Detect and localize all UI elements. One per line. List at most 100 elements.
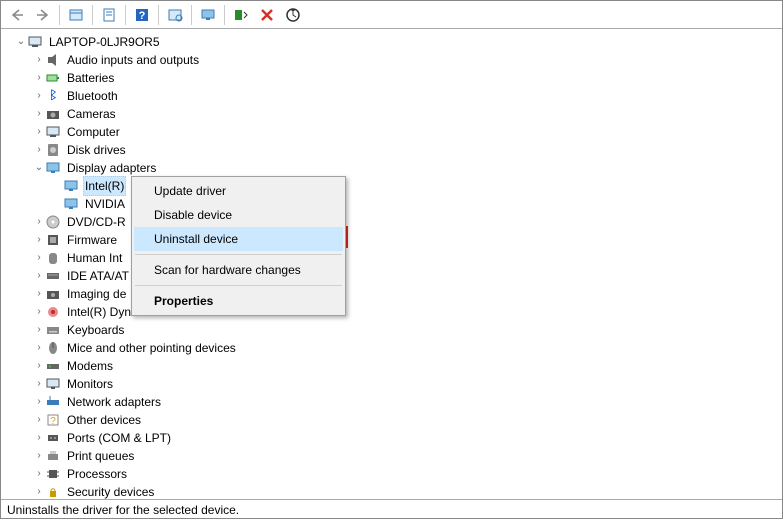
tree-category[interactable]: ›Print queues <box>33 447 782 465</box>
main-panel: ⌄ LAPTOP-0LJR9OR5 › Audio inputs and outp… <box>1 29 782 499</box>
printer-icon <box>45 448 61 464</box>
computer-icon <box>45 124 61 140</box>
tree-category[interactable]: › Audio inputs and outputs <box>33 51 782 69</box>
chevron-right-icon[interactable]: › <box>33 105 45 123</box>
camera-icon <box>45 106 61 122</box>
chevron-right-icon[interactable]: › <box>33 465 45 483</box>
chevron-right-icon[interactable]: › <box>33 339 45 357</box>
tree-category-label: Audio inputs and outputs <box>65 51 201 69</box>
tree-category[interactable]: › Modems <box>33 357 782 375</box>
chevron-right-icon[interactable]: › <box>33 285 45 303</box>
svg-text:?: ? <box>139 10 146 22</box>
tree-category[interactable]: ›?Other devices <box>33 411 782 429</box>
menu-item[interactable]: Disable device <box>134 203 343 227</box>
tree-device-label: NVIDIA <box>83 195 127 213</box>
scan-button[interactable] <box>163 4 187 26</box>
menu-item[interactable]: Update driver <box>134 179 343 203</box>
imaging-icon <box>45 286 61 302</box>
tree-category-label: IDE ATA/AT <box>65 267 131 285</box>
help-button[interactable]: ? <box>130 4 154 26</box>
menu-item[interactable]: Properties <box>134 289 343 313</box>
ide-icon <box>45 268 61 284</box>
tree-category[interactable]: ›Processors <box>33 465 782 483</box>
chevron-down-icon[interactable]: ⌄ <box>15 33 27 51</box>
toolbar: ? <box>1 1 782 29</box>
window-icon <box>68 7 84 23</box>
chevron-right-icon[interactable]: › <box>33 51 45 69</box>
tree-category[interactable]: ›Cameras <box>33 105 782 123</box>
chevron-right-icon[interactable]: › <box>33 123 45 141</box>
tree-category-label: Ports (COM & LPT) <box>65 429 173 447</box>
tree-category[interactable]: ›Mice and other pointing devices <box>33 339 782 357</box>
tree-category-label: Display adapters <box>65 159 158 177</box>
chevron-right-icon[interactable]: › <box>33 267 45 285</box>
arrow-right-icon <box>35 7 51 23</box>
chevron-right-icon[interactable]: › <box>33 303 45 321</box>
scan-icon <box>167 7 183 23</box>
chevron-right-icon[interactable]: › <box>33 393 45 411</box>
tree-category[interactable]: ›Monitors <box>33 375 782 393</box>
tree-root[interactable]: ⌄ LAPTOP-0LJR9OR5 <box>15 33 782 51</box>
svg-text:?: ? <box>50 416 56 427</box>
battery-icon <box>45 70 61 86</box>
display-icon <box>63 196 79 212</box>
bluetooth-icon <box>45 88 61 104</box>
tree-category[interactable]: ›Network adapters <box>33 393 782 411</box>
device-tree: ⌄ LAPTOP-0LJR9OR5 › Audio inputs and outp… <box>1 29 782 499</box>
tree-category[interactable]: › Security devices <box>33 483 782 499</box>
tree-category-label: Modems <box>65 357 115 375</box>
chevron-right-icon[interactable]: › <box>33 231 45 249</box>
chevron-down-icon[interactable]: ⌄ <box>33 159 45 177</box>
update-driver-button[interactable] <box>281 4 305 26</box>
chevron-right-icon[interactable]: › <box>33 87 45 105</box>
chevron-right-icon[interactable]: › <box>33 249 45 267</box>
update-icon <box>285 7 301 23</box>
tree-category[interactable]: ›Batteries <box>33 69 782 87</box>
keyboard-icon <box>45 322 61 338</box>
network-icon <box>45 394 61 410</box>
firmware-icon <box>45 232 61 248</box>
show-hidden-button[interactable] <box>196 4 220 26</box>
forward-button[interactable] <box>31 4 55 26</box>
display-icon <box>63 178 79 194</box>
enable-button[interactable] <box>229 4 253 26</box>
hid-icon <box>45 250 61 266</box>
tree-category[interactable]: › Ports (COM & LPT) <box>33 429 782 447</box>
tree-category[interactable]: ⌄ Display adapters <box>33 159 782 177</box>
chevron-right-icon[interactable]: › <box>33 375 45 393</box>
properties-button[interactable] <box>97 4 121 26</box>
view-button[interactable] <box>64 4 88 26</box>
chevron-right-icon[interactable]: › <box>33 447 45 465</box>
arrow-left-icon <box>9 7 25 23</box>
chevron-right-icon[interactable]: › <box>33 429 45 447</box>
chevron-right-icon[interactable]: › <box>33 483 45 499</box>
mouse-icon <box>45 340 61 356</box>
uninstall-button[interactable] <box>255 4 279 26</box>
menu-item[interactable]: Scan for hardware changes <box>134 258 343 282</box>
chevron-right-icon[interactable]: › <box>33 357 45 375</box>
cpu-icon <box>45 466 61 482</box>
x-icon <box>259 7 275 23</box>
modem-icon <box>45 358 61 374</box>
monitor-icon <box>45 376 61 392</box>
chevron-right-icon[interactable]: › <box>33 69 45 87</box>
tree-category-label: Firmware <box>65 231 119 249</box>
menu-item[interactable]: Uninstall device <box>134 227 343 251</box>
chevron-right-icon[interactable]: › <box>33 213 45 231</box>
tree-category[interactable]: › Keyboards <box>33 321 782 339</box>
thermal-icon <box>45 304 61 320</box>
tree-category-label: Keyboards <box>65 321 126 339</box>
tree-category[interactable]: ›Bluetooth <box>33 87 782 105</box>
toolbar-separator <box>59 5 60 25</box>
tree-category-label: Security devices <box>65 483 156 499</box>
toolbar-separator <box>125 5 126 25</box>
tree-category[interactable]: ›Disk drives <box>33 141 782 159</box>
help-icon: ? <box>134 7 150 23</box>
tree-scroller[interactable]: ⌄ LAPTOP-0LJR9OR5 › Audio inputs and outp… <box>5 33 782 499</box>
chevron-right-icon[interactable]: › <box>33 321 45 339</box>
back-button[interactable] <box>5 4 29 26</box>
page-icon <box>101 7 117 23</box>
tree-category[interactable]: ›Computer <box>33 123 782 141</box>
chevron-right-icon[interactable]: › <box>33 411 45 429</box>
chevron-right-icon[interactable]: › <box>33 141 45 159</box>
